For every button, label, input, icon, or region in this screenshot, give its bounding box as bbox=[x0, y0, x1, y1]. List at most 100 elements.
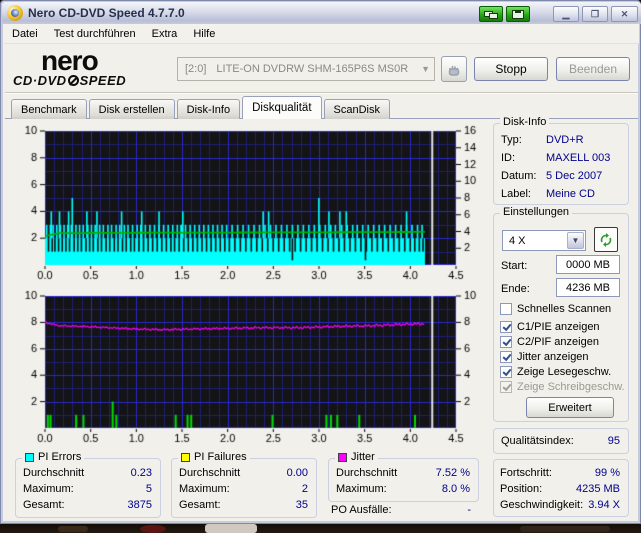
disk-info-title: Disk-Info bbox=[500, 116, 550, 128]
refresh-button[interactable] bbox=[594, 227, 618, 252]
close-button[interactable]: ✕ bbox=[611, 6, 638, 22]
start-input[interactable] bbox=[556, 255, 620, 274]
save-button[interactable] bbox=[506, 6, 530, 22]
app-icon bbox=[7, 5, 23, 21]
disk-info-group: Disk-Info Typ: DVD+R ID: MAXELL 003 Datum:… bbox=[493, 116, 629, 205]
tab-scandisk[interactable]: ScanDisk bbox=[323, 99, 390, 119]
menu-extra[interactable]: Extra bbox=[144, 26, 186, 42]
jitter-title: Jitter bbox=[351, 451, 375, 463]
toolbar-separator bbox=[5, 92, 638, 94]
menu-datei[interactable]: Datei bbox=[4, 26, 46, 42]
progress-label: Fortschritt: bbox=[500, 467, 552, 479]
checkbox-c1-pie[interactable]: C1/PIE anzeigen bbox=[500, 320, 600, 334]
settings-group: Einstellungen 4 X ▼ Start: Ende: Sc bbox=[493, 206, 629, 422]
desktop-blob bbox=[205, 524, 257, 533]
pi-errors-group: PI Errors Durchschnitt 0.23 Maximum: 5 Ges… bbox=[15, 451, 161, 518]
jitter-swatch bbox=[338, 452, 347, 462]
stat-value: 8.0 % bbox=[441, 483, 470, 495]
hand-icon bbox=[448, 66, 460, 76]
checkbox-icon bbox=[500, 303, 512, 315]
checkbox-icon bbox=[500, 351, 512, 363]
stat-value: 7.52 % bbox=[435, 467, 470, 479]
end-label: Ende: bbox=[501, 283, 530, 295]
quality-group: Qualitätsindex: 95 bbox=[493, 428, 629, 454]
quit-button[interactable]: Beenden bbox=[556, 57, 630, 81]
desktop-blob bbox=[140, 525, 166, 533]
drive-bus-label: [2:0] bbox=[185, 63, 207, 75]
stop-button[interactable]: Stopp bbox=[474, 57, 548, 81]
disc-icon bbox=[67, 75, 79, 86]
refresh-icon bbox=[600, 232, 612, 247]
quality-value: 95 bbox=[607, 435, 620, 447]
position-value: 4235 MB bbox=[575, 483, 620, 495]
disk-id-value: MAXELL 003 bbox=[546, 152, 611, 164]
checkbox-c2-pif[interactable]: C2/PIF anzeigen bbox=[500, 335, 599, 349]
copy-screenshot-icon bbox=[489, 13, 498, 19]
menubar: Datei Test durchführen Extra Hilfe bbox=[4, 24, 639, 44]
stat-label: Durchschnitt bbox=[23, 467, 85, 479]
pi-failures-swatch bbox=[181, 452, 190, 462]
logo-speed-text: SPEED bbox=[79, 73, 127, 88]
floppy-save-icon bbox=[515, 10, 521, 13]
speed-select[interactable]: 4 X ▼ bbox=[502, 230, 586, 251]
pi-errors-title: PI Errors bbox=[38, 451, 82, 463]
disk-date-label: Datum: bbox=[501, 170, 537, 182]
stat-value: 2 bbox=[301, 483, 308, 495]
app-window: Nero CD-DVD Speed 4.7.7.0 ▁ ❐ ✕ Datei Te… bbox=[0, 0, 641, 524]
checkbox-label: C1/PIE anzeigen bbox=[517, 321, 600, 333]
eject-hand-button[interactable] bbox=[441, 56, 467, 82]
checkbox-schreibgeschw[interactable]: Zeige Schreibgeschw. bbox=[500, 380, 625, 394]
maximize-button[interactable]: ❐ bbox=[582, 6, 608, 22]
jitter-chart bbox=[9, 290, 481, 444]
checkbox-label: Jitter anzeigen bbox=[517, 351, 589, 363]
tabstrip: Benchmark Disk erstellen Disk-Info Diskq… bbox=[11, 96, 392, 119]
speed-label: Geschwindigkeit: bbox=[500, 499, 584, 511]
menu-test-durchfuehren[interactable]: Test durchführen bbox=[46, 26, 144, 42]
pi-failures-group: PI Failures Durchschnitt 0.00 Maximum: 2 G… bbox=[171, 451, 317, 518]
desktop-blob bbox=[58, 526, 88, 532]
checkbox-icon bbox=[500, 381, 512, 393]
checkbox-label: C2/PIF anzeigen bbox=[517, 336, 599, 348]
minimize-button[interactable]: ▁ bbox=[553, 6, 579, 22]
desktop-strip bbox=[0, 524, 641, 533]
checkbox-icon bbox=[500, 321, 512, 333]
quality-label: Qualitätsindex: bbox=[501, 435, 574, 447]
chevron-down-icon: ▼ bbox=[421, 64, 430, 74]
start-label: Start: bbox=[501, 260, 528, 272]
checkbox-schnelles-scannen[interactable]: Schnelles Scannen bbox=[500, 302, 611, 316]
checkbox-lesegeschw[interactable]: Zeige Lesegeschw. bbox=[500, 365, 611, 379]
drive-name-label: LITE-ON DVDRW SHM-165P6S MS0R bbox=[216, 63, 409, 75]
stat-value: 35 bbox=[295, 499, 308, 511]
stat-value: 5 bbox=[145, 483, 152, 495]
speed-readout-value: 3.94 X bbox=[588, 499, 620, 511]
checkbox-icon bbox=[500, 336, 512, 348]
disk-label-label: Label: bbox=[501, 188, 531, 200]
jitter-group: Jitter Durchschnitt 7.52 % Maximum: 8.0 % bbox=[328, 451, 479, 502]
tab-benchmark[interactable]: Benchmark bbox=[11, 99, 87, 119]
menu-hilfe[interactable]: Hilfe bbox=[185, 26, 223, 42]
checkbox-label: Zeige Lesegeschw. bbox=[517, 366, 612, 378]
po-failures-label: PO Ausfälle: bbox=[331, 504, 392, 516]
settings-title: Einstellungen bbox=[500, 206, 573, 218]
progress-value: 99 % bbox=[594, 467, 620, 479]
disk-type-label: Typ: bbox=[501, 134, 522, 146]
tab-diskqualitaet[interactable]: Diskqualität bbox=[242, 96, 322, 119]
stat-label: Maximum: bbox=[336, 483, 387, 495]
checkbox-jitter[interactable]: Jitter anzeigen bbox=[500, 350, 589, 364]
pi-errors-chart bbox=[9, 125, 481, 281]
stat-label: Gesamt: bbox=[179, 499, 221, 511]
screen: Nero CD-DVD Speed 4.7.7.0 ▁ ❐ ✕ Datei Te… bbox=[0, 0, 641, 533]
tab-disk-erstellen[interactable]: Disk erstellen bbox=[88, 99, 175, 119]
titlebar: Nero CD-DVD Speed 4.7.7.0 ▁ ❐ ✕ bbox=[2, 2, 641, 24]
drive-select[interactable]: [2:0] LITE-ON DVDRW SHM-165P6S MS0R ▼ bbox=[177, 57, 435, 81]
stat-value: 0.23 bbox=[130, 467, 152, 479]
end-input[interactable] bbox=[556, 278, 620, 297]
advanced-button[interactable]: Erweitert bbox=[526, 397, 614, 418]
window-title: Nero CD-DVD Speed 4.7.7.0 bbox=[28, 6, 185, 20]
chevron-down-icon: ▼ bbox=[567, 232, 584, 249]
capture-button[interactable] bbox=[479, 6, 503, 22]
checkbox-icon bbox=[500, 366, 512, 378]
speed-value: 4 X bbox=[509, 234, 526, 247]
tab-disk-info[interactable]: Disk-Info bbox=[176, 99, 241, 119]
disk-type-value: DVD+R bbox=[546, 134, 584, 146]
